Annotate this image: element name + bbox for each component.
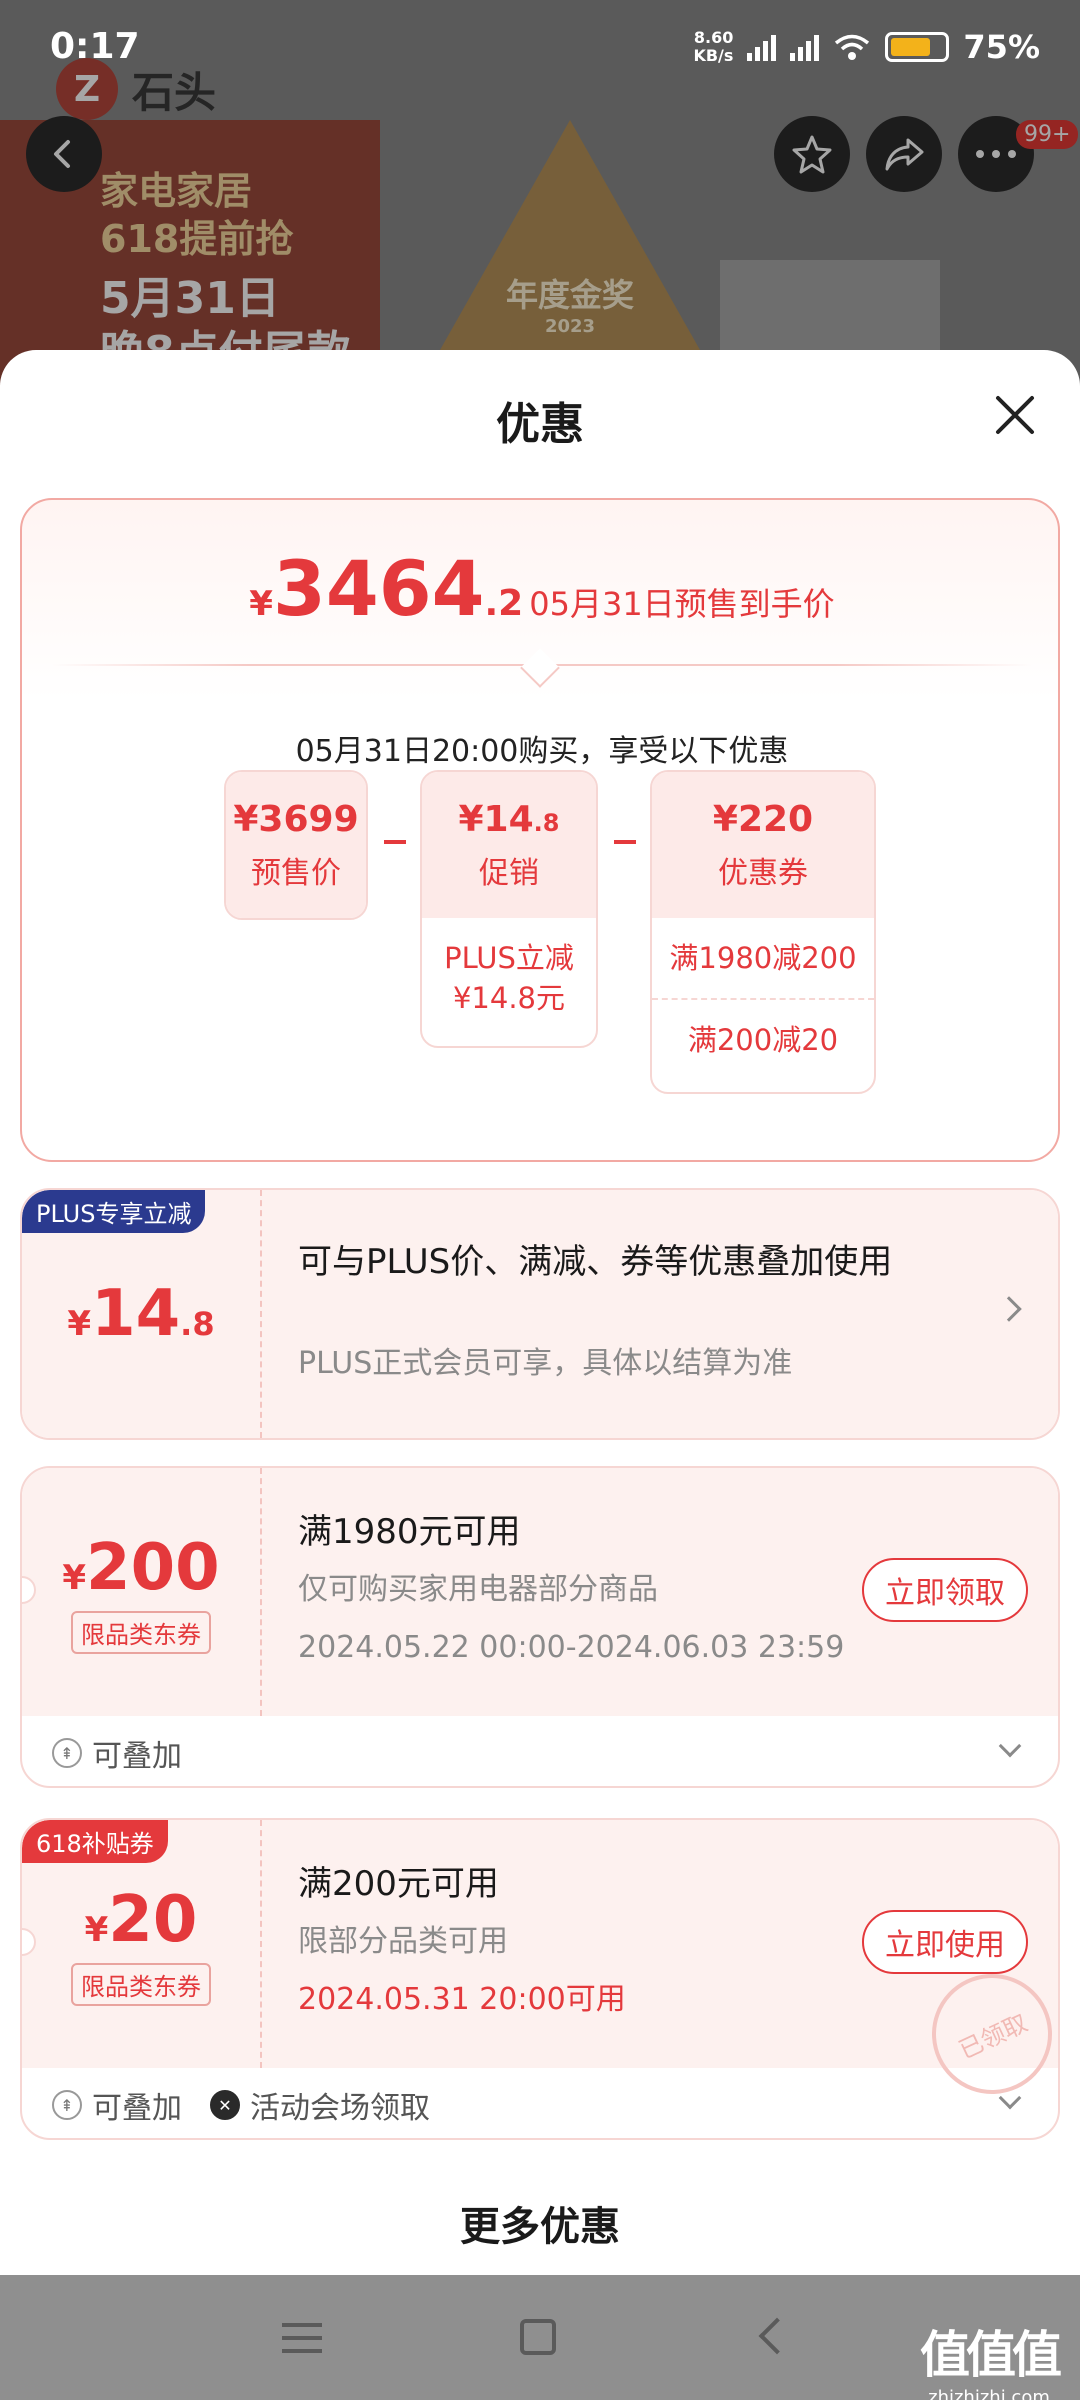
coupon-type-tag: 限品类东券 bbox=[71, 1962, 211, 2006]
network-speed: 8.60 KB/s bbox=[693, 29, 733, 65]
coupon-type-tag: 限品类东券 bbox=[71, 1610, 211, 1654]
presale-price-box: ¥3699 预售价 bbox=[224, 770, 368, 920]
coupon-footer[interactable]: ⇞ 可叠加 bbox=[22, 1716, 1058, 1786]
price-box-value: ¥14.8 bbox=[459, 799, 560, 840]
venue-claim-label: 活动会场领取 bbox=[250, 2091, 430, 2126]
price-box-label: 优惠券 bbox=[718, 855, 808, 891]
coupon-condition: 满1980元可用 bbox=[298, 1512, 521, 1552]
amount-value: ¥14.8 bbox=[67, 1277, 214, 1351]
amount-value: ¥20 bbox=[85, 1883, 198, 1957]
coupon-validity: 2024.05.31 20:00可用 bbox=[298, 1982, 626, 2017]
plus-card-note: PLUS正式会员可享，具体以结算为准 bbox=[298, 1346, 793, 1381]
amount-decimal: .8 bbox=[180, 1305, 215, 1343]
status-time: 0:17 bbox=[50, 26, 140, 67]
battery-level bbox=[891, 38, 931, 56]
amount-integer: 14 bbox=[91, 1277, 181, 1351]
venue-claim-info: ✕ 活动会场领取 bbox=[210, 2083, 430, 2127]
ticket-icon: ✕ bbox=[210, 2090, 240, 2120]
plus-tag: PLUS专享立减 bbox=[22, 1190, 206, 1233]
close-icon[interactable] bbox=[990, 390, 1040, 440]
coupon-detail: 满1980减200 bbox=[669, 941, 857, 975]
stack-icon: ⇞ bbox=[52, 2090, 82, 2120]
price-box-header: ¥14.8 促销 bbox=[422, 772, 596, 918]
card-body: ¥200 限品类东券 满1980元可用 仅可购买家用电器部分商品 2024.05… bbox=[22, 1468, 1058, 1716]
currency-symbol: ¥ bbox=[67, 1304, 92, 1344]
stackable-info: ⇞ 可叠加 bbox=[52, 1731, 182, 1775]
coupon-condition: 满200元可用 bbox=[298, 1864, 499, 1904]
price-box-value-dec: .8 bbox=[533, 808, 560, 837]
price-box-header: ¥3699 预售价 bbox=[226, 772, 366, 918]
currency-symbol: ¥ bbox=[249, 584, 273, 624]
chevron-down-icon bbox=[998, 1734, 1022, 1758]
amount-value: ¥200 bbox=[62, 1531, 219, 1605]
price-summary-card: ¥3464.2 05月31日预售到手价 05月31日20:00购买，享受以下优惠 … bbox=[20, 498, 1060, 1162]
card-body: ¥20 限品类东券 满200元可用 限部分品类可用 2024.05.31 20:… bbox=[22, 1820, 1058, 2114]
coupon-card: ¥20 限品类东券 满200元可用 限部分品类可用 2024.05.31 20:… bbox=[20, 1818, 1060, 2140]
stack-icon: ⇞ bbox=[52, 1738, 82, 1768]
coupon-amount: ¥200 限品类东券 bbox=[22, 1468, 262, 1716]
coupon-box: ¥220 优惠券 满1980减200 满200减20 bbox=[650, 770, 876, 1094]
minus-sign bbox=[384, 840, 406, 844]
final-price-decimal: .2 bbox=[484, 583, 524, 624]
home-button[interactable] bbox=[520, 2319, 556, 2355]
price-box-value: ¥3699 bbox=[233, 798, 359, 840]
minus-sign bbox=[614, 840, 636, 844]
stackable-label: 可叠加 bbox=[92, 2091, 182, 2126]
coupon-validity: 2024.05.22 00:00-2024.06.03 23:59 bbox=[298, 1630, 845, 1665]
battery-percent: 75% bbox=[963, 28, 1040, 66]
currency-symbol: ¥ bbox=[62, 1557, 87, 1598]
watermark: 值值值 zhizhizhi.com bbox=[920, 2315, 1062, 2400]
divider-notch bbox=[520, 648, 560, 688]
coupon-scope: 仅可购买家用电器部分商品 bbox=[298, 1572, 658, 1607]
watermark-logo: 值值值 bbox=[920, 2326, 1062, 2384]
watermark-url: zhizhizhi.com bbox=[928, 2387, 1050, 2400]
plus-card-title: 可与PLUS价、满减、券等优惠叠加使用 bbox=[298, 1242, 893, 1282]
sheet-title: 优惠 bbox=[496, 399, 584, 450]
price-box-value: ¥220 bbox=[712, 798, 814, 840]
status-bar: 0:17 8.60 KB/s 75% bbox=[0, 0, 1080, 100]
price-box-header: ¥220 优惠券 bbox=[652, 772, 874, 918]
coupon-scope: 限部分品类可用 bbox=[298, 1924, 508, 1959]
network-speed-value: 8.60 bbox=[693, 28, 734, 47]
system-back-button[interactable] bbox=[758, 2317, 796, 2355]
stackable-label: 可叠加 bbox=[92, 1739, 182, 1774]
wifi-icon bbox=[835, 34, 870, 60]
amount-integer: 200 bbox=[86, 1530, 220, 1605]
signal-icon bbox=[747, 33, 777, 61]
final-price-integer: 3464 bbox=[272, 544, 485, 633]
plus-discount-card[interactable]: ¥14.8 可与PLUS价、满减、券等优惠叠加使用 PLUS正式会员可享，具体以… bbox=[20, 1188, 1060, 1440]
claim-coupon-button[interactable]: 立即领取 bbox=[862, 1558, 1028, 1622]
promotion-detail: PLUS立减 ¥14.8元 bbox=[444, 941, 574, 1015]
currency-symbol: ¥ bbox=[84, 1909, 109, 1950]
price-box-label: 预售价 bbox=[251, 855, 341, 891]
price-box-value-int: ¥14 bbox=[458, 798, 534, 840]
recent-apps-button[interactable] bbox=[282, 2323, 322, 2362]
stackable-info: ⇞ 可叠加 bbox=[52, 2083, 182, 2127]
signal-icon bbox=[790, 33, 820, 61]
amount-integer: 20 bbox=[108, 1882, 198, 1957]
coupon-footer[interactable]: ⇞ 可叠加 ✕ 活动会场领取 bbox=[22, 2068, 1058, 2138]
final-price: ¥3464.2 05月31日预售到手价 bbox=[22, 544, 1062, 633]
price-box-label: 促销 bbox=[479, 855, 539, 891]
status-icons: 8.60 KB/s 75% bbox=[693, 28, 1040, 66]
final-price-label: 05月31日预售到手价 bbox=[529, 585, 835, 623]
system-nav-bar: 值值值 zhizhizhi.com bbox=[0, 2275, 1080, 2400]
chevron-down-icon bbox=[998, 2086, 1022, 2110]
use-coupon-button[interactable]: 立即使用 bbox=[862, 1910, 1028, 1974]
coupon-card: ¥200 限品类东券 满1980元可用 仅可购买家用电器部分商品 2024.05… bbox=[20, 1466, 1060, 1788]
purchase-time-note: 05月31日20:00购买，享受以下优惠 bbox=[295, 734, 789, 769]
promotion-box: ¥14.8 促销 PLUS立减 ¥14.8元 bbox=[420, 770, 598, 1048]
more-discounts-link[interactable]: 更多优惠 bbox=[0, 2194, 1080, 2252]
coupon-detail: 满200减20 bbox=[652, 998, 874, 1080]
discount-sheet: 优惠 ¥3464.2 05月31日预售到手价 05月31日20:00购买，享受以下… bbox=[0, 350, 1080, 2275]
subsidy-tag: 618补贴券 bbox=[22, 1820, 168, 1863]
battery-icon bbox=[885, 32, 950, 62]
network-speed-unit: KB/s bbox=[693, 46, 734, 65]
card-content: 可与PLUS价、满减、券等优惠叠加使用 PLUS正式会员可享，具体以结算为准 bbox=[298, 1190, 1058, 1438]
